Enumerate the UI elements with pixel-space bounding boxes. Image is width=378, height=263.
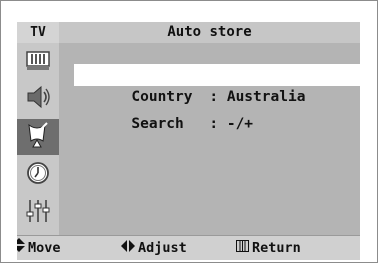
category-sidebar	[17, 43, 59, 235]
guide-adjust: Adjust	[121, 236, 187, 260]
picture-icon	[25, 50, 51, 76]
menu-title: Auto store	[167, 24, 252, 40]
osd-menu: TV Auto store Country: Australia Search…	[17, 22, 360, 260]
menu-content: Country: Australia Search : -/+	[59, 43, 360, 235]
menu-header: TV Auto store	[17, 22, 360, 43]
sidebar-item-picture[interactable]	[17, 45, 59, 81]
sidebar-item-channel[interactable]	[17, 119, 59, 155]
guide-move-label: Move	[28, 240, 61, 256]
up-down-arrow-icon	[17, 236, 25, 260]
guide-adjust-label: Adjust	[138, 240, 187, 256]
menu-row-country[interactable]: Country: Australia	[74, 64, 360, 105]
sidebar-item-sound[interactable]	[17, 81, 59, 117]
menu-row-value: : -/+	[209, 116, 254, 132]
sidebar-item-time[interactable]	[17, 157, 59, 193]
menu-icon	[236, 236, 249, 260]
menu-row-search[interactable]: Search : -/+	[74, 91, 360, 132]
left-right-arrow-icon	[121, 236, 135, 260]
channel-icon	[25, 121, 51, 153]
sidebar-item-setup[interactable]	[17, 195, 59, 231]
button-guide: Move Adjust Return	[17, 235, 360, 260]
guide-move: Move	[17, 236, 61, 260]
setup-icon	[25, 197, 51, 229]
guide-return-label: Return	[252, 240, 301, 256]
mode-label: TV	[17, 22, 59, 43]
clock-icon	[25, 160, 51, 190]
guide-return: Return	[236, 236, 301, 260]
sound-icon	[25, 84, 51, 114]
menu-row-label: Search	[131, 116, 184, 132]
